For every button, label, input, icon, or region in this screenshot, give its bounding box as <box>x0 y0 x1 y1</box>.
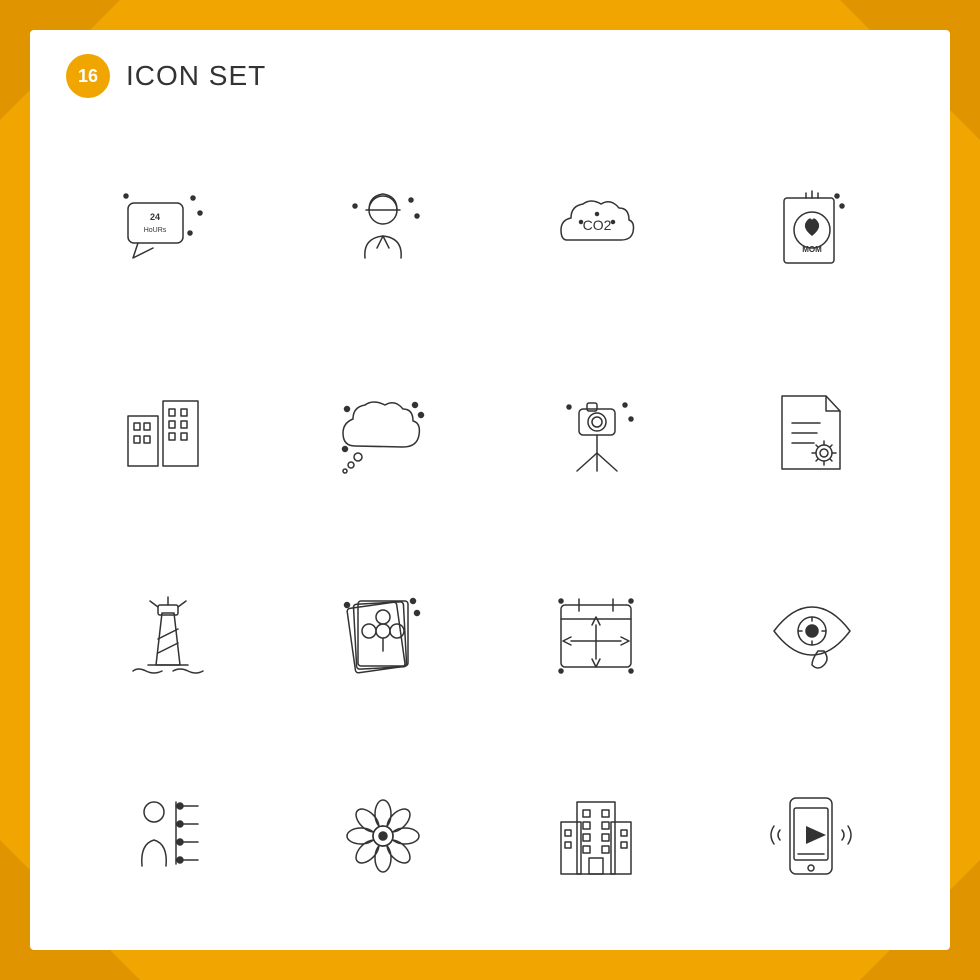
flower-icon <box>333 786 433 886</box>
icon-cell-eye-drop <box>710 537 915 730</box>
header: 16 ICON SET <box>30 30 950 122</box>
icon-cell-person-measurements <box>66 740 271 933</box>
icon-cell-co2: CO2 <box>495 132 700 325</box>
city-building-icon <box>547 786 647 886</box>
svg-text:HoURs: HoURs <box>144 227 167 234</box>
svg-text:24: 24 <box>150 212 160 222</box>
engineer-icon <box>333 178 433 278</box>
eye-drop-icon <box>762 583 862 683</box>
icon-cell-city-building <box>495 740 700 933</box>
icons-grid: 24 HoURs <box>30 122 950 952</box>
icon-cell-mom: MOM <box>710 132 915 325</box>
mobile-video-icon <box>762 786 862 886</box>
24-hours-icon: 24 HoURs <box>118 178 218 278</box>
icon-cell-resize-calendar <box>495 537 700 730</box>
mom-gift-icon: MOM <box>762 178 862 278</box>
icon-cell-flower <box>281 740 486 933</box>
camera-tripod-icon <box>547 381 647 481</box>
resize-calendar-icon <box>547 583 647 683</box>
svg-text:MOM: MOM <box>802 245 822 254</box>
thought-cloud-icon <box>333 381 433 481</box>
co2-cloud-icon: CO2 <box>547 178 647 278</box>
icon-cell-clover-card <box>281 537 486 730</box>
icon-cell-thought-cloud <box>281 335 486 528</box>
icon-cell-buildings <box>66 335 271 528</box>
icon-cell-settings-doc <box>710 335 915 528</box>
icon-cell-mobile-video <box>710 740 915 933</box>
badge: 16 <box>66 54 110 98</box>
header-title: ICON SET <box>126 60 266 92</box>
person-measurements-icon <box>118 786 218 886</box>
settings-document-icon <box>762 381 862 481</box>
icon-cell-engineer <box>281 132 486 325</box>
main-card: 16 ICON SET 24 HoURs <box>30 30 950 950</box>
clover-card-icon <box>333 583 433 683</box>
icon-cell-lighthouse <box>66 537 271 730</box>
svg-text:CO2: CO2 <box>583 217 612 233</box>
icon-cell-24hours: 24 HoURs <box>66 132 271 325</box>
buildings-icon <box>118 381 218 481</box>
icon-cell-camera-tripod <box>495 335 700 528</box>
lighthouse-icon <box>118 583 218 683</box>
